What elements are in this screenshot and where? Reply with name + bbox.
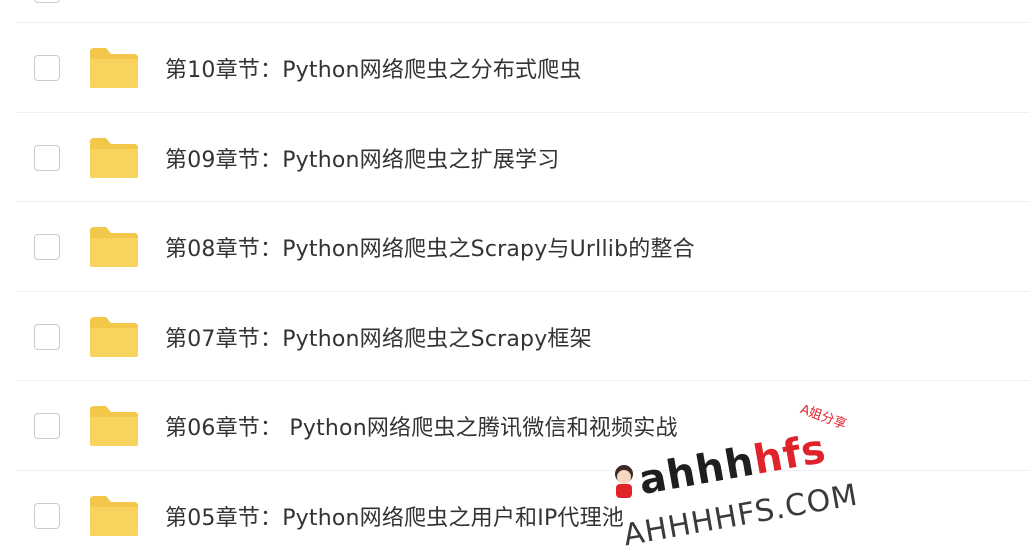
checkbox[interactable]: [34, 54, 60, 81]
folder-name[interactable]: 第08章节：Python网络爬虫之Scrapy与Urllib的整合: [165, 231, 695, 263]
folder-icon: [90, 405, 138, 446]
folder-icon: [90, 226, 138, 267]
folder-name[interactable]: 第06章节： Python网络爬虫之腾讯微信和视频实战: [165, 410, 678, 442]
folder-icon: [90, 137, 138, 178]
folder-name[interactable]: 第10章节：Python网络爬虫之分布式爬虫: [165, 52, 582, 84]
list-item[interactable]: 第10章节：Python网络爬虫之分布式爬虫: [0, 23, 1030, 112]
checkbox[interactable]: [34, 323, 60, 350]
list-item[interactable]: 第06章节： Python网络爬虫之腾讯微信和视频实战: [0, 381, 1030, 470]
folder-icon: [90, 495, 138, 536]
folder-icon: [90, 47, 138, 88]
checkbox[interactable]: [34, 233, 60, 260]
list-item[interactable]: 第07章节：Python网络爬虫之Scrapy框架: [0, 292, 1030, 381]
checkbox[interactable]: [34, 412, 60, 439]
folder-name[interactable]: 第09章节：Python网络爬虫之扩展学习: [165, 142, 559, 174]
checkbox[interactable]: [34, 502, 60, 529]
folder-icon: [90, 316, 138, 357]
list-item[interactable]: 第08章节：Python网络爬虫之Scrapy与Urllib的整合: [0, 202, 1030, 291]
list-item[interactable]: 第05章节：Python网络爬虫之用户和IP代理池: [0, 471, 1030, 558]
file-list: 第10章节：Python网络爬虫之分布式爬虫 第09章节：Python网络爬虫之…: [0, 0, 1030, 558]
list-item[interactable]: 第09章节：Python网络爬虫之扩展学习: [0, 113, 1030, 202]
folder-name[interactable]: 第07章节：Python网络爬虫之Scrapy框架: [165, 321, 592, 353]
folder-name[interactable]: 第05章节：Python网络爬虫之用户和IP代理池: [165, 500, 624, 532]
checkbox[interactable]: [34, 144, 60, 171]
checkbox[interactable]: [34, 0, 60, 3]
